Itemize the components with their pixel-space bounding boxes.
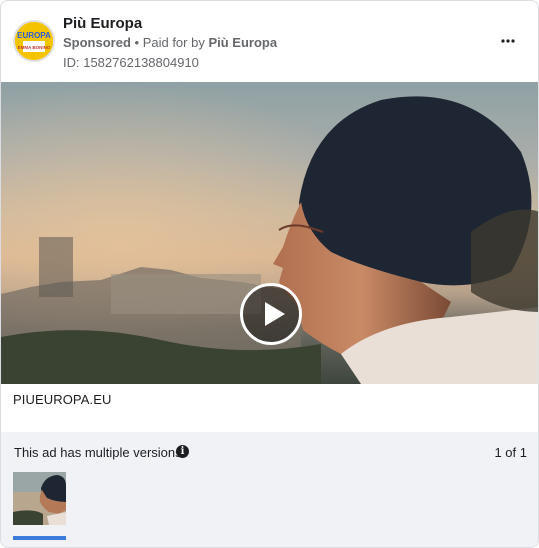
avatar-bottom-text: EMMA BONINO [18, 45, 51, 50]
paid-for-label: Paid for by [142, 35, 209, 50]
page-avatar[interactable]: EUROPA EMMA BONINO [13, 20, 55, 62]
play-button[interactable] [240, 283, 302, 345]
version-pager: 1 of 1 [494, 445, 527, 460]
multiple-versions-label: This ad has multiple versions [14, 445, 182, 460]
ad-header: EUROPA EMMA BONINO Più Europa Sponsored … [1, 1, 538, 81]
version-thumbnail[interactable] [13, 472, 66, 525]
selected-version-indicator [13, 536, 66, 540]
avatar-top-text: EUROPA [17, 31, 51, 40]
page-name[interactable]: Più Europa [63, 15, 142, 32]
ad-id: ID: 1582762138804910 [63, 55, 199, 70]
info-icon[interactable]: i [176, 445, 189, 458]
more-horizontal-icon [501, 39, 515, 43]
sponsor-separator: • [130, 35, 143, 50]
link-caption[interactable]: PIUEUROPA.EU [13, 392, 111, 407]
version-thumbnail-image [13, 472, 66, 525]
piu-europa-logo: EUROPA EMMA BONINO [15, 22, 53, 60]
more-options-button[interactable] [496, 31, 520, 51]
versions-panel: This ad has multiple versions i 1 of 1 [1, 432, 538, 547]
payer-name: Più Europa [208, 35, 278, 50]
ad-video[interactable] [1, 82, 538, 384]
sponsor-line: Sponsored • Paid for by Più Europa [63, 35, 277, 50]
ad-card: EUROPA EMMA BONINO Più Europa Sponsored … [0, 0, 539, 548]
play-icon [265, 302, 285, 326]
sponsored-label: Sponsored [63, 35, 131, 50]
